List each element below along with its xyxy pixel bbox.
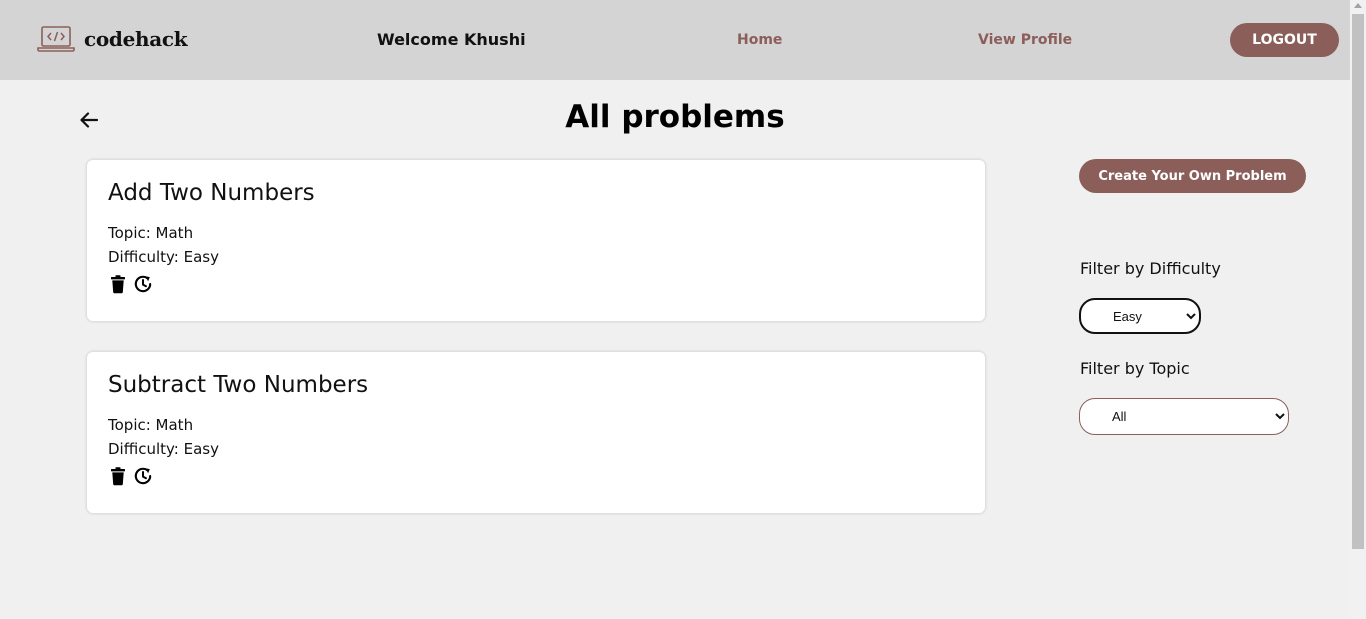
- scrollbar-thumb[interactable]: [1352, 14, 1364, 549]
- difficulty-select[interactable]: Easy: [1079, 298, 1201, 334]
- problem-topic: Topic: Math: [108, 224, 194, 242]
- filter-difficulty-label: Filter by Difficulty: [1080, 259, 1221, 278]
- logo-text: codehack: [84, 27, 188, 51]
- trash-icon[interactable]: [108, 274, 128, 294]
- create-problem-button[interactable]: Create Your Own Problem: [1079, 159, 1306, 193]
- history-icon[interactable]: [133, 466, 153, 486]
- trash-icon[interactable]: [108, 466, 128, 486]
- history-icon[interactable]: [133, 274, 153, 294]
- scroll-up-arrow-icon[interactable]: [1354, 3, 1362, 8]
- nav-home-link[interactable]: Home: [737, 32, 782, 48]
- topic-select[interactable]: All: [1079, 398, 1289, 435]
- problem-actions: [108, 274, 153, 294]
- navbar: codehack Welcome Khushi Home View Profil…: [0, 0, 1350, 80]
- problem-difficulty: Difficulty: Easy: [108, 440, 219, 458]
- page-title: All problems: [565, 99, 785, 135]
- problem-card[interactable]: Add Two Numbers Topic: Math Difficulty: …: [87, 160, 985, 321]
- nav-view-profile-link[interactable]: View Profile: [978, 32, 1072, 48]
- welcome-text: Welcome Khushi: [377, 30, 526, 49]
- problem-title[interactable]: Subtract Two Numbers: [108, 372, 368, 398]
- problem-title[interactable]: Add Two Numbers: [108, 180, 315, 206]
- problem-difficulty: Difficulty: Easy: [108, 248, 219, 266]
- logout-button[interactable]: LOGOUT: [1230, 23, 1339, 57]
- problem-topic: Topic: Math: [108, 416, 194, 434]
- scrollbar[interactable]: [1350, 0, 1366, 619]
- filter-topic-label: Filter by Topic: [1080, 359, 1190, 378]
- problem-card[interactable]: Subtract Two Numbers Topic: Math Difficu…: [87, 352, 985, 513]
- problem-actions: [108, 466, 153, 486]
- laptop-code-icon: [37, 26, 75, 52]
- logo[interactable]: codehack: [37, 25, 188, 53]
